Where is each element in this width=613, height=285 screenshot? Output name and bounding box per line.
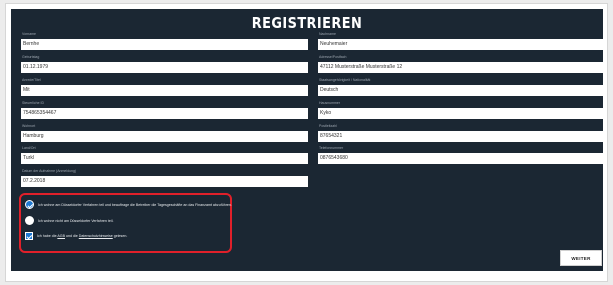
birthdate-value: 01.12.1979 <box>23 64 49 70</box>
birthdate-field[interactable]: Geburtstag 01.12.1979 <box>21 55 308 73</box>
last-name-label: Nachname <box>319 32 336 36</box>
nationality-value: Deutsch <box>320 87 339 93</box>
salutation-value: Mit <box>23 87 30 93</box>
city-value: Hamburg <box>23 133 44 139</box>
phone-field[interactable]: Telefonnummer 0876543680 <box>318 146 605 164</box>
salutation-label: Anrede/Titel <box>22 78 41 82</box>
privacy-link[interactable]: Datenschutzhinweise <box>79 234 113 238</box>
country-field[interactable]: Land/Ort Turkl <box>21 146 308 164</box>
tax-id-label: Steuerliche ID <box>22 101 44 105</box>
consent-highlight-box: Ich wohne am Düsseldorfer Verfahren teil… <box>19 193 232 253</box>
phone-value: 0876543680 <box>320 155 348 161</box>
agb-link[interactable]: AGB <box>57 234 65 238</box>
nationality-label: Staatsangehörigkeit / Nationalität <box>319 78 371 82</box>
salutation-field[interactable]: Anrede/Titel Mit <box>21 78 308 96</box>
postal-code-label: Postleitzahl <box>319 124 337 128</box>
house-number-label: Hausnummer <box>319 101 341 105</box>
last-name-field[interactable]: Nachname Neuhemaier <box>318 32 605 50</box>
city-field[interactable]: Wohnort Hamburg <box>21 124 308 142</box>
consent-option-2-label: Ich wohne nicht am Düsseldorfer Verfahre… <box>38 218 114 223</box>
tax-id-value: 754865354467 <box>23 110 57 116</box>
first-name-label: Vorname <box>22 32 37 36</box>
birthdate-label: Geburtstag <box>22 55 40 59</box>
consent-option-1[interactable]: Ich wohne am Düsseldorfer Verfahren teil… <box>25 200 232 209</box>
first-name-value: Bernhe <box>23 41 40 47</box>
address-value: 47112 Musterstraße Musterstraße 12 <box>320 64 403 70</box>
postal-code-field[interactable]: Postleitzahl 87654321 <box>318 124 605 142</box>
phone-label: Telefonnummer <box>319 146 344 150</box>
admission-date-label: Datum der Aufnahme (Anmeldung) <box>22 169 77 173</box>
terms-label: Ich habe die AGB und die Datenschutzhinw… <box>37 234 128 238</box>
next-button[interactable]: WEITER <box>560 250 602 266</box>
consent-option-1-label: Ich wohne am Düsseldorfer Verfahren teil… <box>38 202 232 207</box>
postal-code-value: 87654321 <box>320 133 343 139</box>
last-name-value: Neuhemaier <box>320 41 348 47</box>
radio-unchecked-icon[interactable] <box>25 216 34 225</box>
country-value: Turkl <box>23 155 34 161</box>
address-label: Adresse/Postfach <box>319 55 347 59</box>
address-field[interactable]: Adresse/Postfach 47112 Musterstraße Must… <box>318 55 605 73</box>
radio-checked-icon[interactable] <box>25 200 34 209</box>
first-name-field[interactable]: Vorname Bernhe <box>21 32 308 50</box>
terms-checkbox-row[interactable]: Ich habe die AGB und die Datenschutzhinw… <box>25 232 127 240</box>
house-number-field[interactable]: Hausnummer Kyko <box>318 101 605 119</box>
city-label: Wohnort <box>22 124 36 128</box>
admission-date-field[interactable]: Datum der Aufnahme (Anmeldung) 07.2.2018 <box>21 169 308 187</box>
admission-date-value: 07.2.2018 <box>23 178 46 184</box>
page-title: REGISTRIEREN <box>251 14 363 32</box>
checkbox-checked-icon[interactable] <box>25 232 33 240</box>
house-number-value: Kyko <box>320 110 332 116</box>
consent-option-2[interactable]: Ich wohne nicht am Düsseldorfer Verfahre… <box>25 216 114 225</box>
country-label: Land/Ort <box>22 146 36 150</box>
tax-id-field[interactable]: Steuerliche ID 754865354467 <box>21 101 308 119</box>
nationality-field[interactable]: Staatsangehörigkeit / Nationalität Deuts… <box>318 78 605 96</box>
